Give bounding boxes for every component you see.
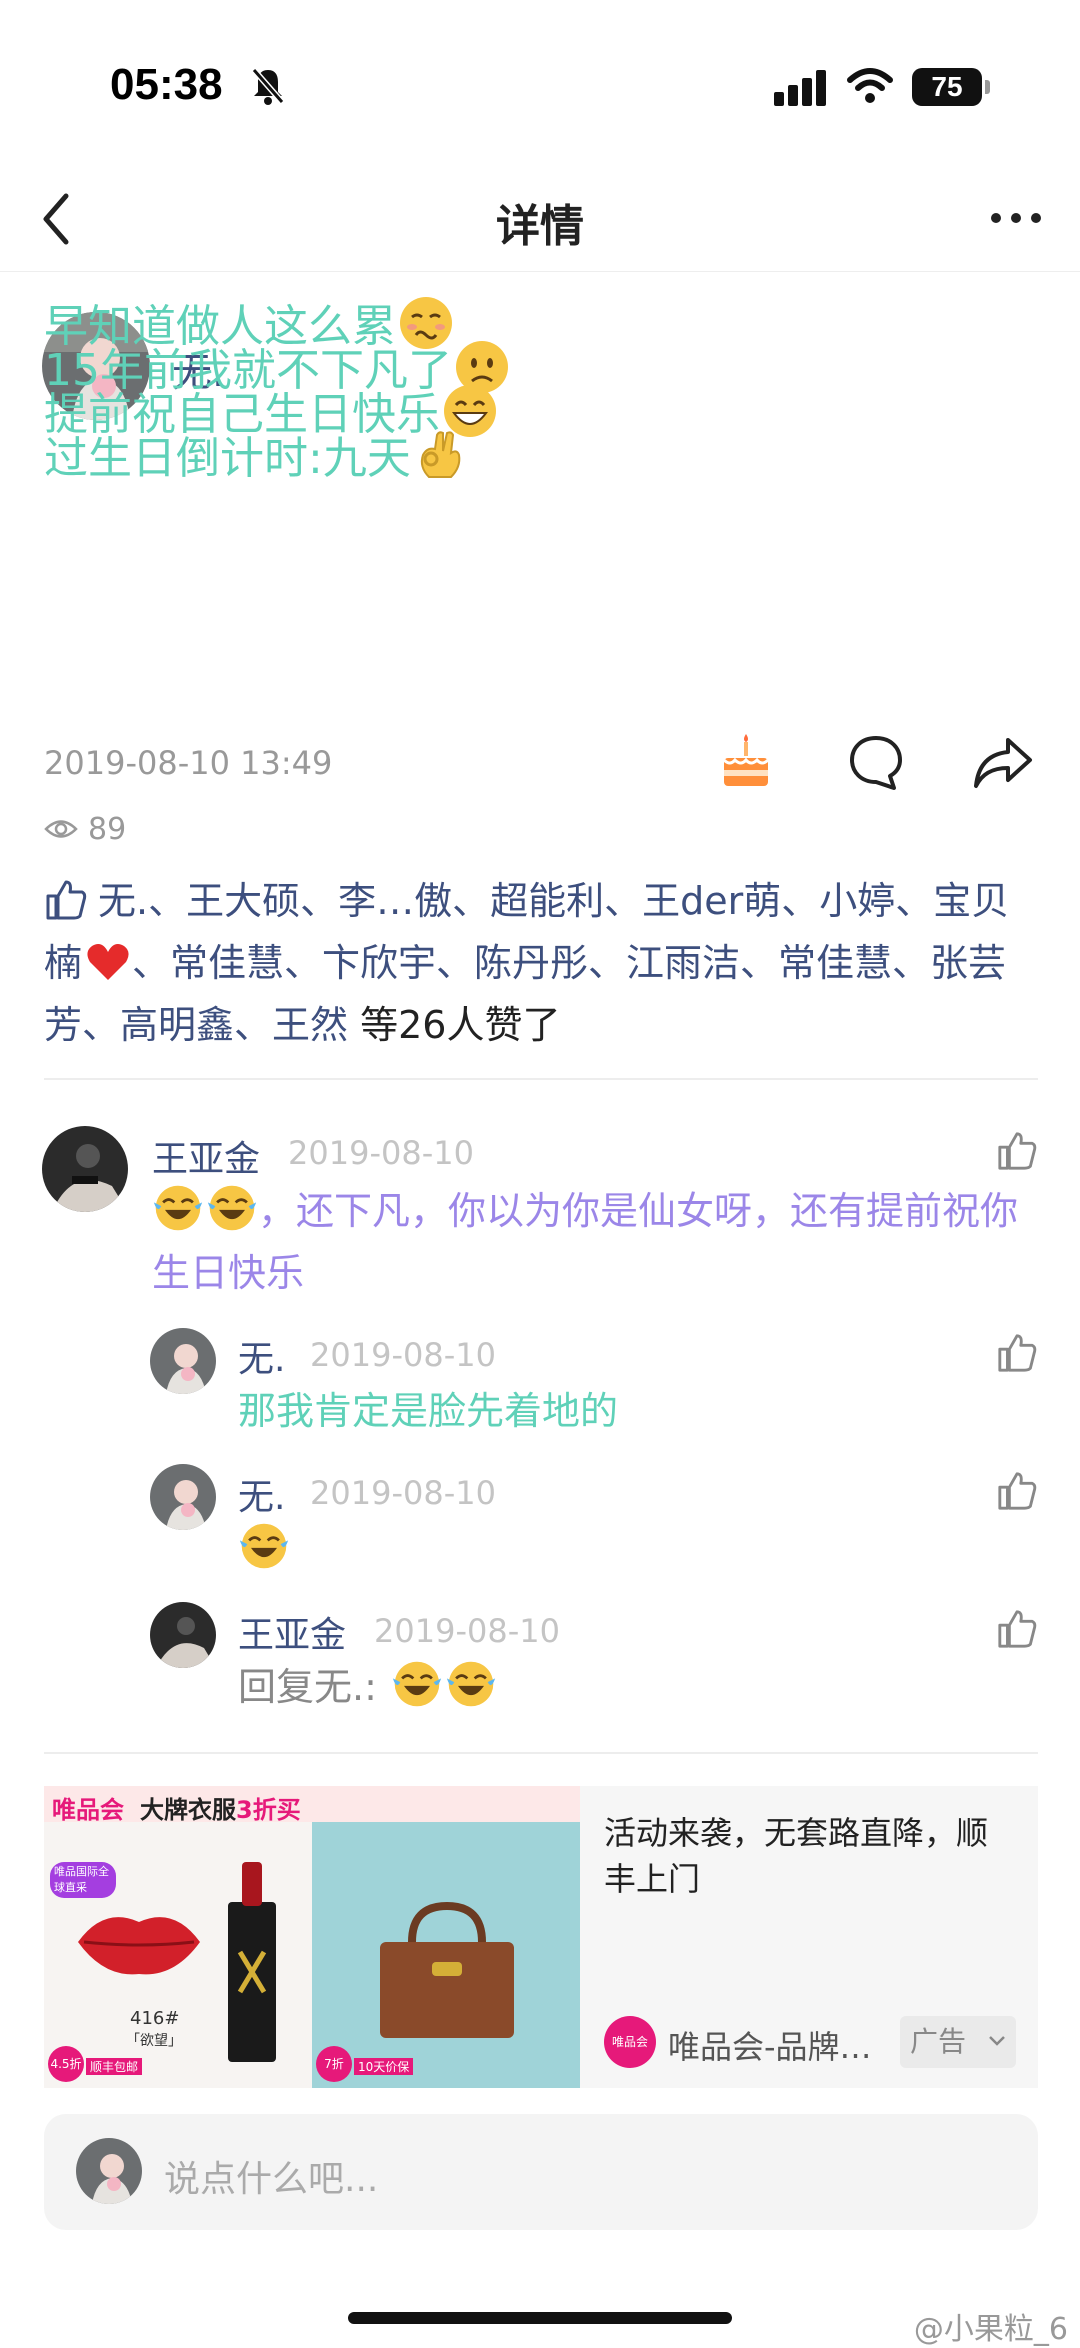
comment-date: 2019-08-10	[288, 1134, 474, 1172]
share-icon[interactable]	[972, 732, 1034, 792]
lipstick-panel: 唯品国际全球直采 416# 「欲望」 4.5折 顺丰包邮	[44, 1822, 312, 2088]
post-line-4-text: 过生日倒计时:九天	[44, 433, 411, 484]
reply-author-name[interactable]: 无.	[238, 1330, 285, 1382]
lipstick-icon	[228, 1862, 276, 2062]
eye-icon	[44, 820, 78, 838]
comment-input-placeholder[interactable]: 说点什么吧...	[164, 2150, 378, 2202]
divider	[44, 1078, 1038, 1080]
reply-avatar[interactable]	[150, 1328, 216, 1394]
ad-banner-strip: 唯品会 大牌衣服 3折买	[44, 1786, 580, 1824]
bag-panel: 7折 10天价保	[312, 1822, 580, 2088]
ad-badge-label: 广告	[910, 2025, 967, 2058]
reply-like-icon[interactable]	[996, 1332, 1038, 1374]
reply-text	[238, 1518, 290, 1580]
ad-tag: 唯品国际全球直采	[50, 1862, 116, 1898]
battery-indicator: 75	[912, 68, 990, 106]
ad-badge[interactable]: 广告	[900, 2016, 1016, 2068]
tears-of-joy-icon	[392, 1661, 442, 1707]
comment-like-icon[interactable]	[996, 1130, 1038, 1172]
ad-banner-discount: 3折买	[236, 1796, 301, 1824]
divider	[44, 1752, 1038, 1754]
more-icon[interactable]	[988, 198, 1044, 238]
reply-text: 那我肯定是脸先着地的	[238, 1389, 619, 1433]
chevron-down-icon	[989, 2036, 1005, 2046]
ad-discount-right-tag: 10天价保	[354, 2058, 414, 2075]
ad-title[interactable]: 活动来袭，无套路直降，顺丰上门	[604, 1810, 1014, 1902]
ad-brand[interactable]: 唯品会-品牌…	[668, 2022, 872, 2068]
reply-author-name[interactable]: 无.	[238, 1468, 285, 1520]
lips-icon	[78, 1917, 200, 1975]
thumbs-up-icon	[46, 880, 87, 920]
reply-text-content: 回复无.:	[238, 1665, 389, 1709]
post-line-4: 过生日倒计时:九天	[44, 422, 469, 486]
red-heart-icon	[87, 944, 129, 980]
ad-brand-logo: 唯品会	[604, 2016, 656, 2068]
ad-discount-left-tag: 顺丰包邮	[86, 2058, 143, 2075]
signal-icon	[774, 70, 826, 106]
commenter-avatar[interactable]	[42, 1126, 128, 1212]
tears-of-joy-icon	[239, 1523, 289, 1569]
comment-text: ，还下凡，你以为你是仙女呀，还有提前祝你生日快乐	[152, 1180, 1032, 1304]
reply-date: 2019-08-10	[374, 1612, 560, 1650]
comment-icon[interactable]	[846, 732, 906, 792]
reply-date: 2019-08-10	[310, 1336, 496, 1374]
ad-discount-left: 4.5折	[48, 2046, 84, 2082]
home-indicator[interactable]	[348, 2312, 732, 2324]
ad-card[interactable]: 唯品会 大牌衣服 3折买 唯品国际全球直采 416# 「欲望」 4.5折 顺丰包…	[44, 1786, 1038, 2088]
my-avatar	[76, 2138, 142, 2204]
bell-slash-icon	[251, 68, 285, 105]
tears-of-joy-icon	[446, 1661, 496, 1707]
nav-bar: 详情	[0, 170, 1080, 272]
reply-date: 2019-08-10	[310, 1474, 496, 1512]
reply-text: 回复无.:	[238, 1656, 497, 1718]
comment-input-bar[interactable]: 说点什么吧...	[44, 2114, 1038, 2230]
birthday-cake-icon[interactable]	[714, 730, 778, 794]
ad-image[interactable]: 唯品会 大牌衣服 3折买 唯品国际全球直采 416# 「欲望」 4.5折 顺丰包…	[44, 1786, 580, 2088]
tears-of-joy-icon	[207, 1185, 257, 1231]
ad-banner-brand: 唯品会	[52, 1796, 124, 1824]
comment-text-content: ，还下凡，你以为你是仙女呀，还有提前祝你生日快乐	[152, 1189, 1019, 1295]
ad-discount-right: 7折	[316, 2046, 352, 2082]
status-bar: 05:38 75	[0, 0, 1080, 170]
reply-like-icon[interactable]	[996, 1608, 1038, 1650]
likes-count-text: 等26人赞了	[348, 1003, 561, 1047]
ad-product-name: 「欲望」	[126, 2033, 182, 2049]
ok-hand-icon	[420, 431, 461, 478]
post-timestamp: 2019-08-10 13:49	[44, 744, 333, 782]
status-time: 05:38	[110, 60, 223, 109]
reply-avatar[interactable]	[150, 1464, 216, 1530]
tears-of-joy-icon	[153, 1185, 203, 1231]
handbag-icon	[380, 1902, 514, 2038]
ad-banner-slogan: 大牌衣服	[140, 1796, 236, 1824]
reply-like-icon[interactable]	[996, 1470, 1038, 1512]
watermark: @小果粒_6	[913, 2312, 1068, 2347]
wifi-icon	[847, 68, 893, 103]
likes-list: 无.、王大硕、李…傲、超能利、王der萌、小婷、宝贝楠 、常佳慧、卞欣宇、陈丹彤、…	[44, 870, 1040, 1056]
reply-avatar[interactable]	[150, 1602, 216, 1668]
commenter-name[interactable]: 王亚金	[152, 1130, 260, 1182]
page-title: 详情	[496, 201, 584, 252]
view-count: 89	[88, 812, 127, 847]
reply-author-name[interactable]: 王亚金	[238, 1606, 346, 1658]
ad-product-code: 416#	[130, 2008, 180, 2029]
